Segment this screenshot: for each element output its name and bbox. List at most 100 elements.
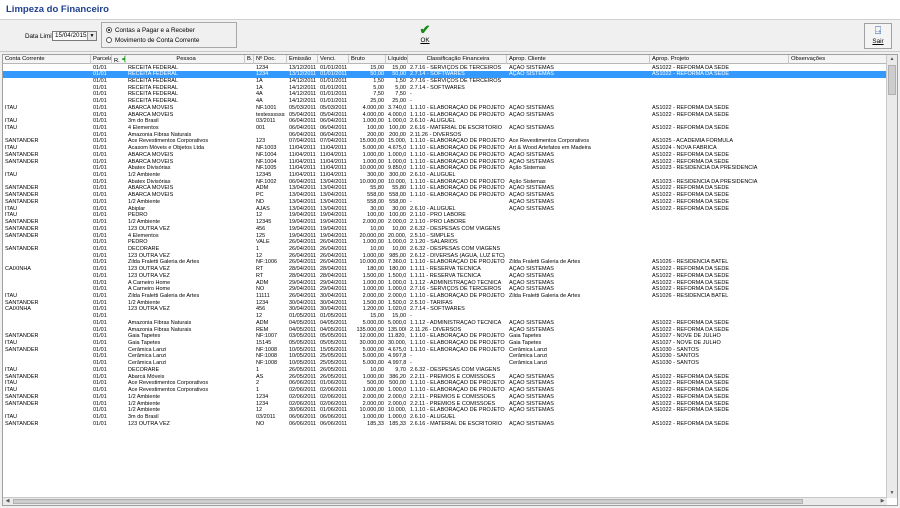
table-row[interactable]: 01/01 PEDRO VALE 26/04/2011 26/04/2011 1.000,… — [3, 239, 887, 246]
table-row[interactable]: 01/01 Amazonia Fibras Naturais ADM 04/05/20… — [3, 320, 887, 327]
table-row[interactable]: SANTANDER 01/01 ABARCA MÓVEIS NF.1004 11/04/… — [3, 152, 887, 159]
table-row[interactable]: ITAU 01/01 ABARCA MÓVEIS NF.1001 05/03/2011 0… — [3, 105, 887, 112]
col-header-aprop-projeto[interactable]: Aprop. Projeto — [650, 55, 789, 64]
scroll-right-icon[interactable]: ▶ — [878, 498, 887, 505]
table-row[interactable]: ITAU 01/01 Acasom Móveis e Objetos Ltda NF.… — [3, 145, 887, 152]
table-row[interactable]: 01/01 ABARCA MÓVEIS testesssssssss 05/04/20… — [3, 112, 887, 119]
table-row[interactable]: SANTANDER 01/01 123 OUTRA VEZ 456 19/04/2011… — [3, 226, 887, 233]
col-header-classificacao-financeira[interactable]: Classificação Financeira — [408, 55, 507, 64]
horizontal-scrollbar[interactable]: ◀ ▶ — [3, 497, 887, 505]
col-header-bruto[interactable]: Bruto — [349, 55, 386, 64]
scroll-up-icon[interactable]: ▲ — [887, 55, 897, 64]
table-row[interactable]: 01/01 A Carneiro Home ADM 29/04/2011 29/04/2… — [3, 280, 887, 287]
table-row[interactable]: 01/01 Amazonia Fibras Naturais REM 04/05/20… — [3, 327, 887, 334]
table-row[interactable]: ITAU 01/01 Gaia Tapetes 15145 05/05/2011 05/0… — [3, 340, 887, 347]
table-row[interactable]: ITAU 01/01 4 Elementos 001 06/04/2011 06/04/2… — [3, 125, 887, 132]
table-row[interactable]: 01/01 RECEITA FEDERAL 4A 14/12/2011 01/01/20… — [3, 98, 887, 105]
cell-conta-corrente: ITAU — [5, 366, 18, 373]
table-row[interactable]: 01/01 RECEITA FEDERAL 4A 14/12/2011 01/01/20… — [3, 91, 887, 98]
cell-b — [247, 118, 252, 125]
table-row[interactable]: 01/01 RECEITA FEDERAL 1234 13/12/2011 01/01/… — [3, 65, 887, 72]
table-row[interactable]: CAIXINHA 01/01 123 OUTRA VEZ 456 30/04/2011 3… — [3, 306, 887, 313]
table-row[interactable]: SANTANDER 01/01 Ace Revestimentos Corporat… — [3, 138, 887, 145]
col-header-b[interactable]: B. — [245, 55, 254, 64]
ok-button[interactable]: ✔ OK — [414, 23, 436, 49]
financeiro-grid[interactable]: Conta Corrente ParcelaR. ✚ Pessoa B.Nº Doc.… — [2, 54, 898, 506]
table-row[interactable]: 01/01 Cerâmica Lanzi NF:1008 10/05/2011 25/0… — [3, 360, 887, 367]
table-row[interactable]: 01/01 RECEITA FEDERAL 1A 14/12/2011 01/01/20… — [3, 85, 887, 92]
table-row[interactable]: 01/01 Abatex Divisórias NF.1002 06/04/2011 1… — [3, 179, 887, 186]
scroll-down-icon[interactable]: ▼ — [887, 489, 897, 498]
table-row[interactable]: ITAU 01/01 3m do Brasil 03/2011 06/04/2011 06… — [3, 118, 887, 125]
table-row[interactable]: SANTANDER 01/01 1/2 Ambiente 1234 30/04/2011… — [3, 300, 887, 307]
table-row[interactable]: 01/01 RECEITA FEDERAL 1A 14/12/2011 01/01/20… — [3, 78, 887, 85]
table-row[interactable]: 01/01 Amazonia Fibras Naturais 06/04/2011 0… — [3, 132, 887, 139]
vertical-scroll-thumb[interactable] — [888, 65, 896, 95]
table-row[interactable]: ITAU 01/01 3m do Brasil 03/2011 06/06/2011 06… — [3, 414, 887, 421]
table-row[interactable]: ITAU 01/01 1/2 Ambiente 12345 11/04/2011 11/0… — [3, 172, 887, 179]
table-row[interactable]: 01/01 123 OUTRA VEZ RT 28/04/2011 28/04/2011… — [3, 273, 887, 280]
table-row[interactable]: ITAU 01/01 Abiplar AJAS 13/04/2011 13/04/2011… — [3, 206, 887, 213]
col-header-conta-corrente[interactable]: Conta Corrente — [3, 55, 91, 64]
table-row[interactable]: SANTANDER 01/01 Abarcá Móveis AS 26/05/2011 2… — [3, 374, 887, 381]
table-row[interactable]: ITAU 01/01 Zilda Fraletti Galeria de Artes… — [3, 293, 887, 300]
table-row[interactable]: 01/01 A Carneiro Home NO 29/04/2011 29/04/20… — [3, 286, 887, 293]
table-row[interactable]: CAIXINHA 01/01 123 OUTRA VEZ RT 28/04/2011 28… — [3, 266, 887, 273]
table-row[interactable]: SANTANDER 01/01 123 OUTRA VEZ NO 06/06/2011 0… — [3, 421, 887, 428]
col-header-vencimento[interactable]: Venci. — [318, 55, 349, 64]
table-row[interactable]: SANTANDER 01/01 ABARCA MÓVEIS NF.1004 11/04/… — [3, 159, 887, 166]
horizontal-scroll-thumb[interactable] — [13, 499, 803, 504]
col-header-r[interactable]: R. ✚ — [112, 55, 126, 64]
table-row[interactable]: ITAU 01/01 Ace Revestimentos Corporativos 2… — [3, 380, 887, 387]
table-row[interactable]: 01/01 Cerâmica Lanzi NF:1008 10/05/2011 25/0… — [3, 353, 887, 360]
table-row[interactable]: ITAU 01/01 Ace Revestimentos Corporativos 1… — [3, 387, 887, 394]
col-header-emissao[interactable]: Emissão — [287, 55, 318, 64]
cell-liquido: 2.000,00 — [388, 393, 406, 400]
table-row[interactable]: ITAU 01/01 PEDRO 12 19/04/2011 19/04/2011 100,… — [3, 212, 887, 219]
scroll-left-icon[interactable]: ◀ — [3, 498, 12, 505]
table-row[interactable]: 01/01 Zilda Fraletti Galeria de Artes NF:1… — [3, 259, 887, 266]
vertical-scrollbar[interactable]: ▲ ▼ — [886, 55, 897, 498]
table-row[interactable]: 01/01 12 01/05/2011 01/05/2011 15,00 15,00- — [3, 313, 887, 320]
table-row[interactable]: SANTANDER 01/01 Gaia Tapetes NF:1007 03/05/2… — [3, 333, 887, 340]
table-row[interactable]: SANTANDER 01/01 4 Elementos 125 19/04/2011 19… — [3, 233, 887, 240]
cell-aprop-cliente: AÇÃO SISTEMAS — [509, 64, 554, 71]
sair-button[interactable]: ⍈ Sair — [864, 23, 892, 49]
col-header-liquido[interactable]: Líquido — [386, 55, 408, 64]
date-dropdown-icon[interactable]: ▼ — [87, 32, 96, 40]
table-row[interactable]: 01/01 123 OUTRA VEZ 12 26/04/2011 26/04/2011… — [3, 253, 887, 260]
table-row[interactable]: 01/01 1/2 Ambiente 12 30/06/2011 01/06/2011 1… — [3, 407, 887, 414]
data-limite-field[interactable]: 15/04/2015 ▼ — [52, 31, 97, 41]
cell-bruto: 1.000,00 — [362, 118, 384, 125]
cell-pessoa: 1/2 Ambiente — [128, 407, 161, 414]
table-row[interactable]: SANTANDER 01/01 ABARCA MÓVEIS PC 13/04/2011 1… — [3, 192, 887, 199]
cell-r — [114, 199, 124, 206]
table-row[interactable]: SANTANDER 01/01 ABARCA MÓVEIS ADM 13/04/2011… — [3, 185, 887, 192]
cell-num-doc: RT — [256, 272, 264, 279]
cell-b — [247, 300, 252, 307]
col-header-observacoes[interactable]: Observações — [789, 55, 887, 64]
table-row[interactable]: SANTANDER 01/01 1/2 Ambiente 12345 19/04/201… — [3, 219, 887, 226]
cell-vencimento: 06/04/2011 — [320, 124, 347, 131]
table-row[interactable]: SANTANDER 01/01 1/2 Ambiente ND 13/04/2011 13… — [3, 199, 887, 206]
cell-conta-corrente: SANTANDER — [5, 151, 39, 158]
cell-aprop-projeto: AS1022 - REFORMA DA SEDE — [652, 158, 730, 165]
cell-emissao: 26/04/2011 — [289, 245, 316, 252]
radio-contas-pagar-receber[interactable]: Contas a Pagar e a Receber — [106, 27, 195, 35]
cell-aprop-cliente — [509, 253, 648, 260]
col-header-aprop-cliente[interactable]: Aprop. Cliente — [507, 55, 650, 64]
radio-movimento-conta-corrente[interactable]: Movimento de Conta Corrente — [106, 37, 199, 45]
col-header-pessoa[interactable]: Pessoa — [126, 55, 245, 64]
table-row[interactable]: 01/01 RECEITA FEDERAL 1234 13/12/2011 01/01/… — [3, 71, 887, 78]
table-row[interactable]: SANTANDER 01/01 1/2 Ambiente 1234 02/06/2011… — [3, 394, 887, 401]
table-row[interactable]: 01/01 Abatex Divisórias NF.1005 11/04/2011 1… — [3, 165, 887, 172]
cell-vencimento: 19/04/2011 — [320, 212, 347, 219]
table-row[interactable]: SANTANDER 01/01 Cerâmica Lanzi NF:1008 10/05… — [3, 347, 887, 354]
table-row[interactable]: SANTANDER 01/01 DECORARE 1 26/04/2011 26/04/2… — [3, 246, 887, 253]
cell-conta-corrente — [5, 313, 89, 320]
col-header-parcela[interactable]: Parcela — [91, 55, 112, 64]
table-row[interactable]: ITAU 01/01 DECORARE 1 26/05/2011 26/05/2011 10… — [3, 367, 887, 374]
col-header-num-doc[interactable]: Nº Doc. — [254, 55, 287, 64]
table-row[interactable]: SANTANDER 01/01 1/2 Ambiente 1234 02/06/2011… — [3, 401, 887, 408]
col-header-label: Aprop. Projeto — [652, 56, 690, 62]
